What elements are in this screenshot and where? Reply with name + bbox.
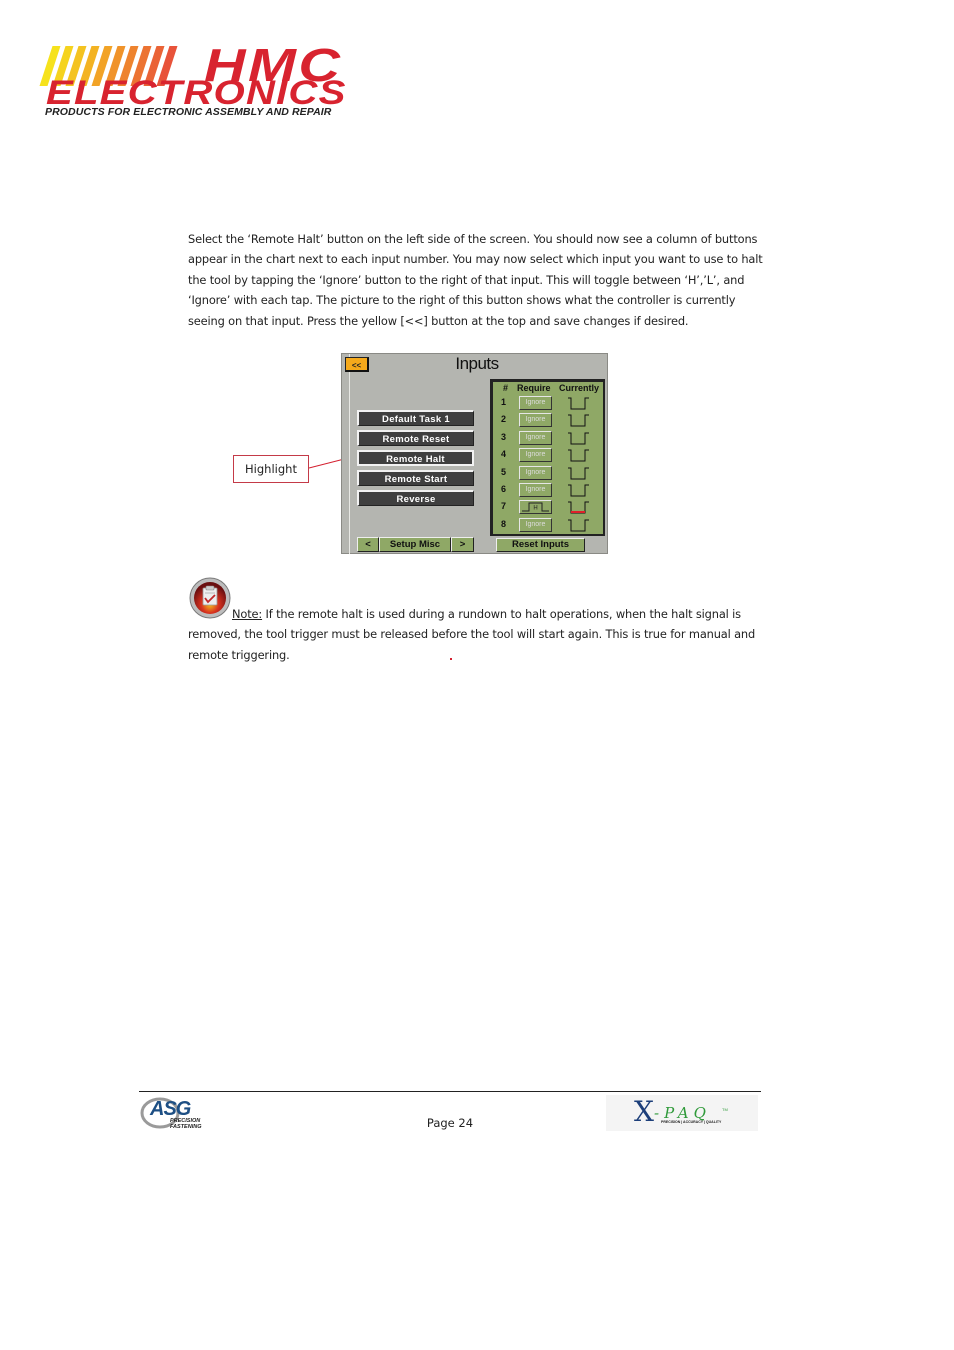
header-num: #: [503, 383, 509, 393]
svg-text:H: H: [533, 506, 537, 512]
back-button[interactable]: <<: [345, 357, 369, 372]
next-button[interactable]: >: [451, 537, 474, 552]
input-row: 1 Ignore: [493, 396, 603, 413]
reset-inputs-button[interactable]: Reset Inputs: [496, 538, 585, 552]
require-toggle-button[interactable]: Ignore: [519, 413, 552, 428]
prev-button[interactable]: <: [357, 537, 379, 552]
reverse-button[interactable]: Reverse: [357, 490, 474, 506]
asg-sub: PRECISION FASTENING: [170, 1118, 201, 1130]
signal-low-icon: [568, 484, 589, 497]
signal-low-icon: [568, 449, 589, 462]
setup-nav: < Setup Misc >: [357, 537, 474, 552]
signal-low-icon: [568, 519, 589, 532]
footer-divider: [139, 1091, 761, 1092]
input-row: 3 Ignore: [493, 430, 603, 448]
asg-sub2: FASTENING: [170, 1124, 202, 1130]
input-row: 6 Ignore: [493, 483, 603, 500]
inputs-screen: << Inputs Default Task 1 Remote Reset Re…: [341, 353, 608, 554]
require-toggle-button[interactable]: Ignore: [519, 483, 552, 497]
note-text: If the remote halt is used during a rund…: [188, 607, 756, 662]
screen-title: Inputs: [455, 354, 499, 373]
require-toggle-button[interactable]: Ignore: [519, 396, 552, 410]
high-pulse-icon: H: [522, 502, 549, 512]
header-require: Require: [517, 383, 551, 393]
header-currently: Currently: [559, 383, 600, 393]
input-row: 5 Ignore: [493, 465, 603, 483]
signal-low-icon: [568, 501, 589, 514]
highlight-callout: Highlight: [233, 455, 309, 483]
require-toggle-button[interactable]: Ignore: [519, 448, 552, 463]
input-row: 4 Ignore: [493, 448, 603, 465]
logo-tagline: PRODUCTS FOR ELECTRONIC ASSEMBLY AND REP…: [45, 106, 332, 118]
require-toggle-button[interactable]: Ignore: [519, 430, 552, 445]
xpaq-tagline: PRECISION | ACCURACY | QUALITY: [661, 1120, 722, 1124]
screen-divider: [349, 354, 350, 554]
default-task-button[interactable]: Default Task 1: [357, 410, 474, 426]
input-row: 7H: [493, 500, 603, 517]
asg-logo: ASG PRECISION FASTENING: [140, 1096, 215, 1132]
hmc-electronics-logo: HMC ELECTRONICS PRODUCTS FOR ELECTRONIC …: [39, 39, 366, 118]
xpaq-logo: X -PAQ TM PRECISION | ACCURACY | QUALITY: [606, 1095, 758, 1131]
signal-low-icon: [568, 467, 589, 480]
signal-low-icon: [568, 397, 589, 410]
input-number: 8: [501, 518, 507, 529]
require-toggle-button[interactable]: H: [519, 500, 552, 515]
input-number: 7: [501, 501, 507, 512]
input-number: 3: [501, 431, 507, 442]
remote-reset-button[interactable]: Remote Reset: [357, 430, 474, 446]
xpaq-x: X: [634, 1095, 654, 1128]
remote-start-button[interactable]: Remote Start: [357, 470, 474, 486]
input-row: 8 Ignore: [493, 517, 603, 535]
input-number: 5: [501, 466, 507, 477]
instruction-paragraph: Select the ‘Remote Halt’ button on the l…: [188, 232, 763, 328]
page-number: Page 24: [426, 1116, 474, 1130]
input-number: 1: [501, 397, 507, 407]
input-number: 2: [501, 414, 507, 425]
input-number: 4: [501, 449, 507, 460]
setup-misc-button[interactable]: Setup Misc: [379, 537, 451, 552]
signal-low-icon: [568, 432, 589, 445]
require-toggle-button[interactable]: Ignore: [519, 465, 552, 480]
require-toggle-button[interactable]: Ignore: [519, 517, 552, 532]
note-paragraph: Note: If the remote halt is used during …: [188, 604, 763, 665]
note-label: Note:: [232, 607, 263, 621]
inputs-table: # Require Currently 1 Ignore 2 Ignore 3 Ignor…: [490, 379, 605, 536]
stray-mark: [450, 658, 452, 660]
signal-low-icon: [568, 414, 589, 427]
input-number: 6: [501, 484, 507, 494]
xpaq-tm: TM: [722, 1107, 728, 1112]
remote-halt-button[interactable]: Remote Halt: [357, 450, 474, 466]
input-row: 2 Ignore: [493, 413, 603, 430]
